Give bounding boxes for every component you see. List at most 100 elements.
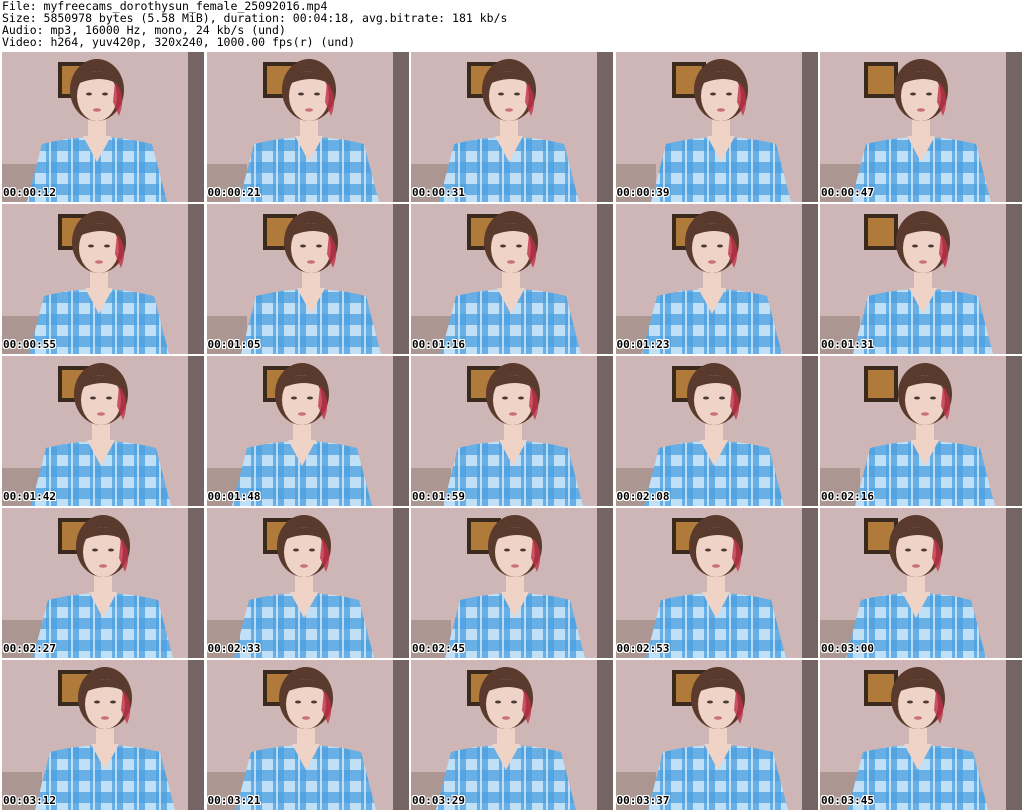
scene-drawing <box>206 356 409 506</box>
scene-drawing <box>411 508 613 658</box>
scene-drawing <box>615 204 818 354</box>
thumbnail: 00:01:23 <box>615 204 818 354</box>
thumbnail-timestamp: 00:03:00 <box>821 642 874 655</box>
thumbnail: 00:00:12 <box>2 52 204 202</box>
scene-drawing <box>615 508 818 658</box>
thumbnail-timestamp: 00:02:53 <box>616 642 670 655</box>
thumbnail-timestamp: 00:01:16 <box>412 338 465 351</box>
thumbnail-timestamp: 00:03:45 <box>821 794 874 807</box>
scene-drawing <box>820 204 1022 354</box>
video-frame <box>2 508 204 658</box>
thumbnail: 00:00:55 <box>2 204 204 354</box>
video-frame <box>615 660 818 810</box>
video-frame <box>411 204 613 354</box>
thumbnail-timestamp: 00:01:05 <box>207 338 261 351</box>
scene-drawing <box>615 660 818 810</box>
scene-drawing <box>820 660 1022 810</box>
thumbnail: 00:03:29 <box>411 660 613 810</box>
thumbnail: 00:01:05 <box>206 204 409 354</box>
scene-drawing <box>2 508 204 658</box>
scene-drawing <box>411 52 613 202</box>
scene-drawing <box>2 356 204 506</box>
video-frame <box>615 356 818 506</box>
thumbnail: 00:00:39 <box>615 52 818 202</box>
video-frame <box>820 660 1022 810</box>
thumbnail-grid: 00:00:12 00:00:21 00:00:31 00:00:39 00:0… <box>2 52 1022 810</box>
thumbnail-timestamp: 00:01:31 <box>821 338 874 351</box>
video-frame <box>411 52 613 202</box>
video-frame <box>820 204 1022 354</box>
video-frame <box>2 660 204 810</box>
video-frame <box>411 356 613 506</box>
scene-drawing <box>2 52 204 202</box>
scene-drawing <box>615 356 818 506</box>
video-frame <box>615 204 818 354</box>
thumbnail: 00:01:48 <box>206 356 409 506</box>
thumbnail: 00:03:37 <box>615 660 818 810</box>
thumbnail: 00:01:42 <box>2 356 204 506</box>
scene-drawing <box>615 52 818 202</box>
thumbnail-timestamp: 00:03:12 <box>3 794 56 807</box>
thumbnail-timestamp: 00:02:08 <box>616 490 670 503</box>
thumbnail-timestamp: 00:03:21 <box>207 794 261 807</box>
thumbnail: 00:01:16 <box>411 204 613 354</box>
thumbnail: 00:00:47 <box>820 52 1022 202</box>
thumbnail: 00:00:31 <box>411 52 613 202</box>
thumbnail: 00:00:21 <box>206 52 409 202</box>
thumbnail: 00:02:33 <box>206 508 409 658</box>
thumbnail: 00:03:21 <box>206 660 409 810</box>
thumbnail: 00:02:16 <box>820 356 1022 506</box>
video-frame <box>2 356 204 506</box>
video-info-line: Video: h264, yuv420p, 320x240, 1000.00 f… <box>2 35 356 49</box>
thumbnail-timestamp: 00:01:23 <box>616 338 670 351</box>
thumbnail-timestamp: 00:00:47 <box>821 186 874 199</box>
thumbnail-timestamp: 00:00:21 <box>207 186 261 199</box>
thumbnail: 00:01:59 <box>411 356 613 506</box>
scene-drawing <box>206 660 409 810</box>
video-frame <box>2 52 204 202</box>
thumbnail-timestamp: 00:02:16 <box>821 490 874 503</box>
thumbnail-timestamp: 00:03:37 <box>616 794 670 807</box>
video-frame <box>206 356 409 506</box>
thumbnail: 00:02:27 <box>2 508 204 658</box>
thumbnail-timestamp: 00:02:27 <box>3 642 56 655</box>
video-frame <box>615 52 818 202</box>
scene-drawing <box>2 204 204 354</box>
video-frame <box>615 508 818 658</box>
scene-drawing <box>820 52 1022 202</box>
file-info-header: File: myfreecams_dorothysun_female_25092… <box>2 0 1022 50</box>
video-frame <box>206 660 409 810</box>
scene-drawing <box>411 204 613 354</box>
scene-drawing <box>820 508 1022 658</box>
scene-drawing <box>2 660 204 810</box>
scene-drawing <box>820 356 1022 506</box>
thumbnail: 00:02:08 <box>615 356 818 506</box>
video-frame <box>411 660 613 810</box>
scene-drawing <box>206 508 409 658</box>
thumbnail-timestamp: 00:01:42 <box>3 490 56 503</box>
thumbnail: 00:02:45 <box>411 508 613 658</box>
thumbnail-timestamp: 00:01:59 <box>412 490 465 503</box>
thumbnail: 00:03:45 <box>820 660 1022 810</box>
thumbnail-timestamp: 00:02:45 <box>412 642 465 655</box>
video-frame <box>820 356 1022 506</box>
video-frame <box>411 508 613 658</box>
scene-drawing <box>206 52 409 202</box>
video-frame <box>206 204 409 354</box>
thumbnail-timestamp: 00:02:33 <box>207 642 261 655</box>
scene-drawing <box>206 204 409 354</box>
thumbnail: 00:02:53 <box>615 508 818 658</box>
thumbnail-timestamp: 00:01:48 <box>207 490 261 503</box>
scene-drawing <box>411 660 613 810</box>
video-frame <box>820 52 1022 202</box>
thumbnail-timestamp: 00:00:31 <box>412 186 465 199</box>
video-frame <box>820 508 1022 658</box>
thumbnail: 00:01:31 <box>820 204 1022 354</box>
thumbnail: 00:03:12 <box>2 660 204 810</box>
thumbnail-timestamp: 00:00:39 <box>616 186 670 199</box>
thumbnail-timestamp: 00:00:12 <box>3 186 56 199</box>
video-frame <box>206 508 409 658</box>
video-frame <box>2 204 204 354</box>
thumbnail-timestamp: 00:00:55 <box>3 338 56 351</box>
thumbnail: 00:03:00 <box>820 508 1022 658</box>
